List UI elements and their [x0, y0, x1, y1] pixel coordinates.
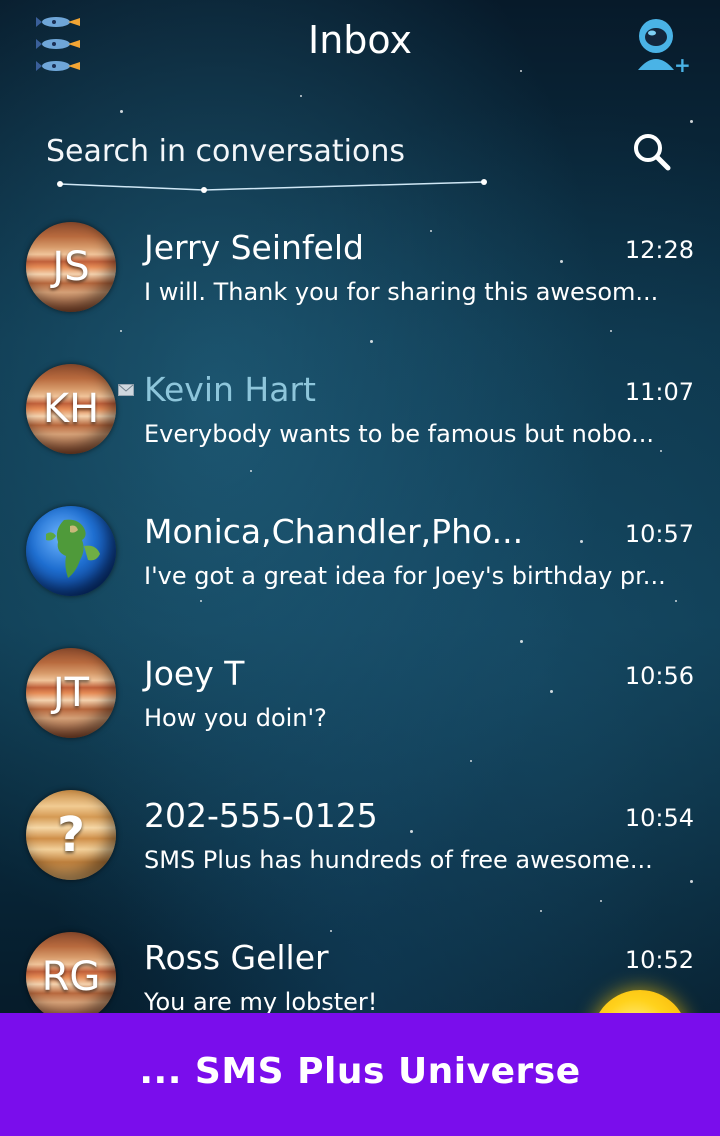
avatar — [26, 506, 116, 596]
conversation-row[interactable]: Monica,Chandler,Pho... 10:57 I've got a … — [0, 500, 720, 642]
message-time: 10:57 — [624, 520, 694, 548]
message-time: 10:52 — [624, 946, 694, 974]
conversation-row[interactable]: JS Jerry Seinfeld 12:28 I will. Thank yo… — [0, 216, 720, 358]
avatar-initials: RG — [41, 954, 101, 1000]
avatar: RG — [26, 932, 116, 1022]
message-snippet: Everybody wants to be famous but nobo... — [144, 420, 654, 448]
svg-text:+: + — [674, 53, 690, 74]
contact-name: Joey T — [144, 654, 245, 693]
contact-name: Jerry Seinfeld — [144, 228, 364, 267]
promo-banner: ... SMS Plus Universe — [0, 1013, 720, 1136]
unread-envelope-icon — [118, 384, 134, 396]
search-bar[interactable]: Search in conversations — [44, 128, 704, 198]
contact-name: 202-555-0125 — [144, 796, 378, 835]
conversation-row[interactable]: KH Kevin Hart 11:07 Everybody wants to b… — [0, 358, 720, 500]
avatar-initials: KH — [42, 386, 100, 432]
contact-name: Ross Geller — [144, 938, 329, 977]
avatar-initials: JT — [52, 670, 90, 716]
avatar: ? — [26, 790, 116, 880]
message-snippet: How you doin'? — [144, 704, 327, 732]
message-snippet: I've got a great idea for Joey's birthda… — [144, 562, 666, 590]
contact-name: Monica,Chandler,Pho... — [144, 512, 524, 551]
message-time: 11:07 — [624, 378, 694, 406]
app-header: Inbox + — [0, 0, 720, 90]
avatar: JT — [26, 648, 116, 738]
message-time: 12:28 — [624, 236, 694, 264]
message-time: 10:56 — [624, 662, 694, 690]
search-icon[interactable] — [630, 130, 674, 174]
unknown-contact-icon: ? — [57, 807, 85, 863]
page-title: Inbox — [308, 18, 412, 62]
contact-name: Kevin Hart — [144, 370, 316, 409]
message-snippet: SMS Plus has hundreds of free awesome... — [144, 846, 653, 874]
astronaut-add-contact-icon[interactable]: + — [630, 12, 690, 74]
search-input[interactable]: Search in conversations — [46, 134, 405, 169]
message-time: 10:54 — [624, 804, 694, 832]
banner-text: ... SMS Plus Universe — [139, 1051, 581, 1092]
earth-icon — [46, 519, 100, 578]
conversation-row[interactable]: JT Joey T 10:56 How you doin'? — [0, 642, 720, 784]
constellation-divider — [57, 179, 487, 193]
avatar: KH — [26, 364, 116, 454]
conversation-row[interactable]: ? 202-555-0125 10:54 SMS Plus has hundre… — [0, 784, 720, 926]
avatar: JS — [26, 222, 116, 312]
avatar-initials: JS — [52, 244, 90, 290]
message-snippet: I will. Thank you for sharing this aweso… — [144, 278, 659, 306]
